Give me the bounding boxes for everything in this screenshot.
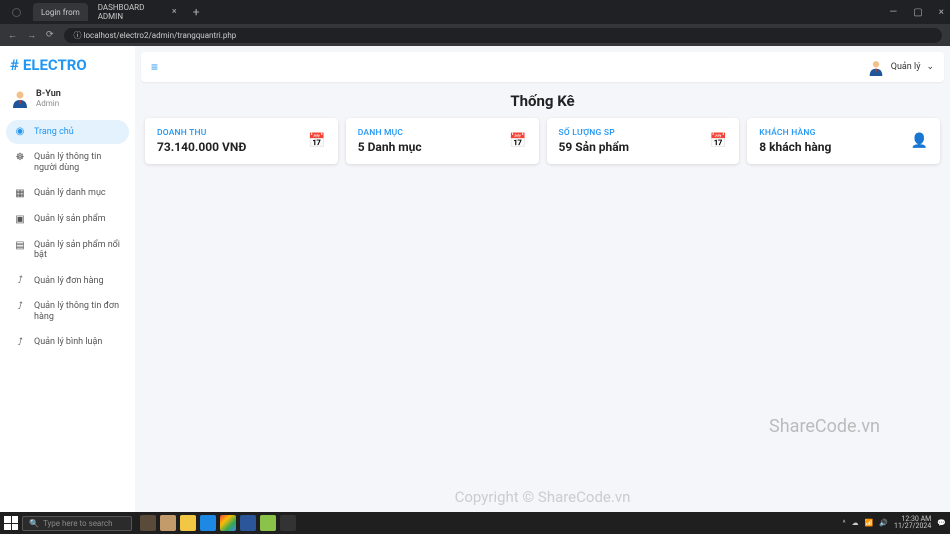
browser-tab-strip: Login from DASHBOARD ADMIN × + — ▢ × (0, 0, 950, 24)
avatar (10, 88, 30, 108)
close-window-icon[interactable]: × (939, 7, 944, 18)
minimize-icon[interactable]: — (889, 7, 897, 18)
sidebar-item-binh-luan[interactable]: ⭜ Quản lý bình luận (6, 331, 129, 355)
users-icon: ☸ (14, 152, 26, 164)
page-title: Thống Kê (135, 82, 950, 118)
topbar-dropdown-label: Quản lý (891, 62, 921, 72)
search-placeholder: Type here to search (43, 519, 113, 528)
sidebar-item-thong-tin-don-hang[interactable]: ⭜ Quản lý thông tin đơn hàng (6, 295, 129, 329)
browser-tab-1[interactable]: DASHBOARD ADMIN × (90, 3, 185, 21)
taskbar-app-icon[interactable] (280, 515, 296, 531)
card-label: KHÁCH HÀNG (759, 128, 831, 138)
taskbar-app-icon[interactable] (260, 515, 276, 531)
card-label: DOANH THU (157, 128, 246, 138)
browser-tab-0[interactable]: Login from (33, 3, 88, 21)
main-content: ≡ Quản lý ⌄ Thống Kê DOANH THU 73.140.0 (135, 46, 950, 512)
tab-title: DASHBOARD ADMIN (98, 3, 166, 21)
taskbar-apps (140, 515, 296, 531)
sidebar-item-san-pham[interactable]: ▣ Quản lý sản phẩm (6, 208, 129, 232)
sidebar-item-label: Quản lý sản phẩm (34, 214, 105, 225)
sidebar-item-label: Quản lý sản phẩm nổi bật (34, 240, 121, 262)
avatar (867, 58, 885, 76)
calendar-icon: 📅 (710, 133, 727, 149)
dashboard-icon: ◉ (14, 126, 26, 138)
browser-address-bar: ← → ⟳ ⓘ localhost/electro2/admin/trangqu… (0, 24, 950, 46)
close-icon[interactable]: × (172, 7, 177, 17)
hamburger-icon[interactable]: ≡ (151, 60, 158, 74)
tray-cloud-icon[interactable]: ☁ (852, 519, 859, 527)
card-khach-hang: KHÁCH HÀNG 8 khách hàng 👤 (747, 118, 940, 164)
taskbar-app-vscode-icon[interactable] (200, 515, 216, 531)
brand-logo[interactable]: # ELECTRO (6, 56, 129, 84)
taskbar-app-word-icon[interactable] (240, 515, 256, 531)
user-name: B-Yun (36, 89, 61, 99)
chart-icon: ⭜ (14, 337, 26, 349)
card-value: 73.140.000 VNĐ (157, 140, 246, 154)
tray-clock[interactable]: 12:30 AM 11/27/2024 (894, 516, 931, 530)
tray-notifications-icon[interactable]: 💬 (937, 519, 946, 527)
windows-taskbar: 🔍 Type here to search ^ ☁ 📶 🔊 12:30 AM 1… (0, 512, 950, 534)
system-tray[interactable]: ^ ☁ 📶 🔊 12:30 AM 11/27/2024 💬 (843, 516, 946, 530)
calendar-icon: 📅 (509, 133, 526, 149)
sidebar-user[interactable]: B-Yun Admin (6, 84, 129, 112)
tray-chevron-icon[interactable]: ^ (843, 519, 846, 527)
card-label: SỐ LƯỢNG SP (559, 128, 630, 138)
sidebar-item-label: Quản lý bình luận (34, 337, 102, 348)
card-doanh-thu: DOANH THU 73.140.000 VNĐ 📅 (145, 118, 338, 164)
user-icon: 👤 (911, 133, 928, 149)
back-icon[interactable]: ← (8, 30, 17, 41)
user-role: Admin (36, 99, 61, 108)
tray-date: 11/27/2024 (894, 523, 931, 530)
start-button[interactable] (4, 516, 18, 530)
sidebar-item-san-pham-noi-bat[interactable]: ▤ Quản lý sản phẩm nổi bật (6, 234, 129, 268)
sidebar-item-trang-chu[interactable]: ◉ Trang chủ (6, 120, 129, 144)
maximize-icon[interactable]: ▢ (913, 7, 922, 18)
taskbar-app-icon[interactable] (160, 515, 176, 531)
chevron-down-icon: ⌄ (926, 62, 934, 72)
taskbar-app-explorer-icon[interactable] (180, 515, 196, 531)
forward-icon[interactable]: → (27, 30, 36, 41)
topbar: ≡ Quản lý ⌄ (141, 52, 944, 82)
sidebar-item-nguoi-dung[interactable]: ☸ Quản lý thông tin người dùng (6, 146, 129, 180)
topbar-user-menu[interactable]: Quản lý ⌄ (867, 58, 934, 76)
card-value: 8 khách hàng (759, 140, 831, 154)
grid-icon: ▦ (14, 188, 26, 200)
brand-text: ELECTRO (23, 56, 87, 74)
window-dots (12, 8, 21, 17)
stats-cards: DOANH THU 73.140.000 VNĐ 📅 DANH MỤC 5 Da… (135, 118, 950, 164)
hash-icon: # (10, 56, 19, 74)
chart-icon: ⭜ (14, 301, 26, 313)
sidebar-nav: ◉ Trang chủ ☸ Quản lý thông tin người dù… (6, 120, 129, 355)
sidebar-item-label: Quản lý đơn hàng (34, 276, 104, 287)
sidebar-item-danh-muc[interactable]: ▦ Quản lý danh mục (6, 182, 129, 206)
tray-volume-icon[interactable]: 🔊 (879, 519, 888, 527)
sidebar-item-label: Quản lý thông tin đơn hàng (34, 301, 121, 323)
star-box-icon: ▤ (14, 240, 26, 252)
tab-title: Login from (41, 8, 80, 17)
url-text: localhost/electro2/admin/trangquantri.ph… (84, 31, 237, 40)
taskbar-search[interactable]: 🔍 Type here to search (22, 516, 132, 531)
taskbar-app-icon[interactable] (140, 515, 156, 531)
box-icon: ▣ (14, 214, 26, 226)
card-value: 59 Sản phẩm (559, 140, 630, 154)
search-icon: 🔍 (29, 519, 39, 528)
sidebar-item-label: Quản lý danh mục (34, 188, 106, 199)
reload-icon[interactable]: ⟳ (46, 30, 54, 41)
tray-wifi-icon[interactable]: 📶 (865, 519, 874, 527)
chart-icon: ⭜ (14, 275, 26, 287)
sidebar-item-don-hang[interactable]: ⭜ Quản lý đơn hàng (6, 269, 129, 293)
watermark-bottom: Copyright © ShareCode.vn (455, 488, 631, 506)
card-so-luong-sp: SỐ LƯỢNG SP 59 Sản phẩm 📅 (547, 118, 740, 164)
taskbar-app-chrome-icon[interactable] (220, 515, 236, 531)
url-input[interactable]: ⓘ localhost/electro2/admin/trangquantri.… (64, 28, 942, 43)
card-value: 5 Danh mục (358, 140, 422, 154)
sidebar-item-label: Quản lý thông tin người dùng (34, 152, 121, 174)
new-tab-button[interactable]: + (187, 5, 206, 19)
calendar-icon: 📅 (308, 133, 325, 149)
watermark-mid: ShareCode.vn (769, 416, 880, 437)
card-label: DANH MỤC (358, 128, 422, 138)
card-danh-muc: DANH MỤC 5 Danh mục 📅 (346, 118, 539, 164)
sidebar: # ELECTRO B-Yun Admin ◉ Trang chủ (0, 46, 135, 512)
sidebar-item-label: Trang chủ (34, 127, 74, 138)
